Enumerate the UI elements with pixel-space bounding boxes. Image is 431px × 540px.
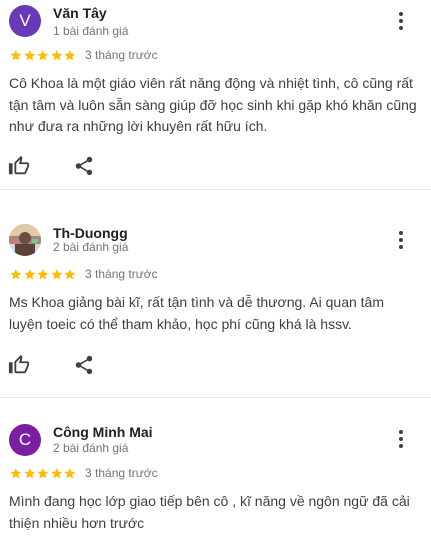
review-count: 2 bài đánh giá [53,441,129,455]
star-icon [37,50,49,61]
avatar-photo [9,224,41,256]
reviewer-name[interactable]: Văn Tây [53,5,107,21]
avatar[interactable]: C [9,424,41,456]
star-icon [10,468,22,479]
review-count: 2 bài đánh giá [53,240,129,254]
review-card: V Văn Tây 1 bài đánh giá 3 tháng trước C… [0,0,431,190]
review-text: Cô Khoa là một giáo viên rất năng động v… [9,75,417,134]
share-icon[interactable] [73,155,95,177]
star-icon [64,468,76,479]
more-vert-icon[interactable] [392,428,410,450]
thumbs-up-icon[interactable] [8,155,30,177]
star-icon [10,50,22,61]
star-rating [9,467,77,480]
review-time: 3 tháng trước [85,48,158,62]
thumbs-up-icon[interactable] [8,354,30,376]
star-icon [23,269,35,280]
review-count: 1 bài đánh giá [53,24,129,38]
star-icon [23,50,35,61]
more-vert-icon[interactable] [392,229,410,251]
star-icon [37,468,49,479]
share-icon[interactable] [73,354,95,376]
more-vert-icon[interactable] [392,10,410,32]
star-icon [64,50,76,61]
star-rating [9,268,77,281]
star-icon [37,269,49,280]
review-time: 3 tháng trước [85,466,158,480]
avatar[interactable] [9,224,41,256]
review-card: Th-Duongg 2 bài đánh giá 3 tháng trước M… [0,190,431,398]
star-icon [64,269,76,280]
star-icon [51,50,62,61]
review-card: C Công Minh Mai 2 bài đánh giá 3 tháng t… [0,398,431,540]
star-icon [51,269,62,280]
star-icon [51,468,62,479]
reviewer-name[interactable]: Th-Duongg [53,225,128,241]
star-icon [23,468,35,479]
review-text: Ms Khoa giảng bài kĩ, rất tận tình và dễ… [9,294,384,332]
review-text: Mình đang học lớp giao tiếp bên cô , kĩ … [9,493,410,531]
avatar[interactable]: V [9,5,41,37]
reviewer-name[interactable]: Công Minh Mai [53,424,153,440]
star-icon [10,269,22,280]
review-time: 3 tháng trước [85,267,158,281]
star-rating [9,49,77,62]
